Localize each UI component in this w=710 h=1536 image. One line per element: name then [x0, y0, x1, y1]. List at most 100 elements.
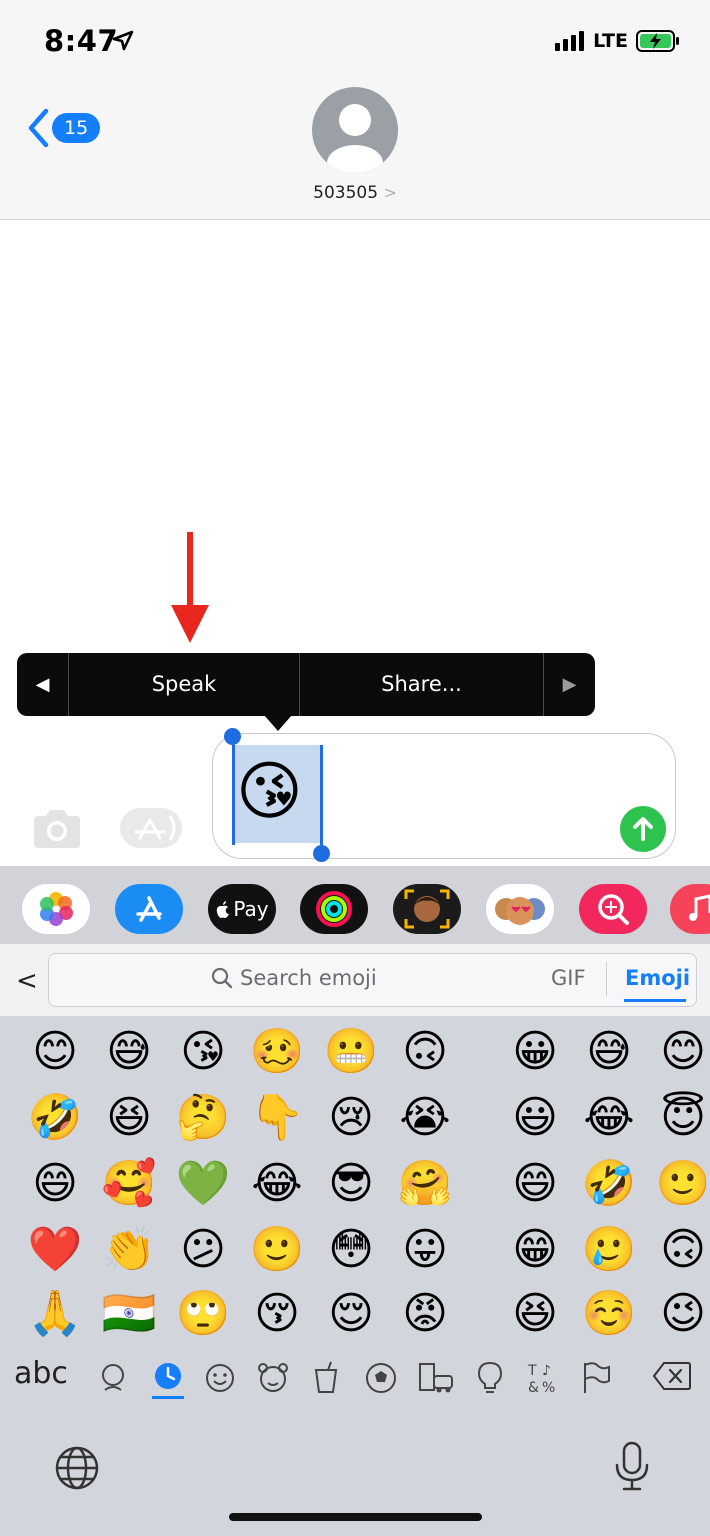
apple-pay-label: Pay [233, 897, 269, 921]
emoji-key[interactable]: 😆 [500, 1282, 570, 1346]
svg-text:♪: ♪ [542, 1363, 551, 1379]
emoji-key[interactable]: 🤗 [390, 1152, 460, 1216]
activity-app-icon[interactable] [300, 884, 368, 934]
location-arrow-icon [112, 30, 134, 51]
microphone-dictation-icon[interactable] [612, 1440, 652, 1494]
memoji-app-icon[interactable] [393, 884, 461, 934]
globe-keyboard-switch-icon[interactable] [53, 1444, 101, 1492]
emoji-key[interactable]: 😊 [648, 1020, 710, 1084]
share-menu-item[interactable]: Share... [300, 653, 543, 716]
emoji-key[interactable]: 😘 [168, 1020, 238, 1084]
abc-key[interactable]: abc [14, 1356, 68, 1391]
memoji-stickers-app-icon[interactable] [486, 884, 554, 934]
emoji-key[interactable]: ❤️ [20, 1218, 90, 1282]
emoji-key[interactable]: 🙏 [20, 1282, 90, 1346]
signal-bars-icon [555, 31, 585, 51]
emoji-key[interactable]: 😛 [390, 1218, 460, 1282]
emoji-key[interactable]: 😚 [242, 1282, 312, 1346]
delete-backspace-icon[interactable] [652, 1361, 692, 1391]
emoji-key[interactable]: 🥲 [574, 1218, 644, 1282]
contact-name-row[interactable]: 503505 > [0, 183, 710, 203]
emoji-key[interactable]: 😄 [20, 1152, 90, 1216]
callout-next-arrow-icon[interactable]: ▶ [544, 653, 595, 716]
battery-charging-icon [636, 30, 679, 52]
selected-emoji: 😘 [236, 755, 303, 829]
speak-menu-item[interactable]: Speak [69, 653, 299, 716]
status-indicators: LTE [555, 30, 680, 52]
apple-pay-app-icon[interactable]: Pay [208, 884, 276, 934]
emoji-key[interactable]: 🤣 [20, 1086, 90, 1150]
send-button[interactable] [620, 806, 666, 852]
selection-start-handle-dot[interactable] [224, 728, 241, 745]
emoji-key[interactable]: 😆 [94, 1086, 164, 1150]
emoji-key[interactable]: 😊 [20, 1020, 90, 1084]
flags-category-icon[interactable] [580, 1360, 612, 1396]
app-store-button[interactable] [120, 808, 182, 848]
svg-text:&: & [528, 1380, 539, 1396]
emoji-key[interactable]: 😕 [168, 1218, 238, 1282]
emoji-key[interactable]: 😀 [500, 1020, 570, 1084]
gif-tab[interactable]: GIF [551, 966, 586, 990]
app-store-app-icon[interactable] [115, 884, 183, 934]
emoji-key[interactable]: 😂 [574, 1086, 644, 1150]
emoji-key[interactable]: 🙂 [648, 1152, 710, 1216]
person-silhouette-icon [327, 104, 383, 173]
emoji-key[interactable]: 🥰 [94, 1152, 164, 1216]
emoji-key[interactable]: 🇮🇳 [94, 1282, 164, 1346]
recent-clock-icon[interactable] [150, 1360, 186, 1400]
emoji-key[interactable]: 👏 [94, 1218, 164, 1282]
emoji-key[interactable]: 😌 [316, 1282, 386, 1346]
chevron-left-icon [28, 108, 49, 148]
selection-start-handle-bar[interactable] [232, 745, 235, 845]
unread-count-badge: 15 [52, 113, 101, 143]
emoji-key[interactable]: 🙂 [242, 1218, 312, 1282]
emoji-key[interactable]: 😬 [316, 1020, 386, 1084]
apple-logo-icon [217, 901, 230, 918]
emoji-key[interactable]: 💚 [168, 1152, 238, 1216]
food-category-icon[interactable] [312, 1360, 340, 1394]
callout-prev-arrow-icon[interactable]: ◀ [17, 653, 68, 716]
symbols-category-icon[interactable]: T ♪ & % [526, 1360, 560, 1396]
emoji-tab[interactable]: Emoji [625, 966, 690, 990]
smileys-category-icon[interactable] [204, 1362, 236, 1394]
memoji-category-icon[interactable] [98, 1362, 128, 1394]
emoji-key[interactable]: 🤣 [574, 1152, 644, 1216]
emoji-key[interactable]: 👇 [242, 1086, 312, 1150]
emoji-key[interactable]: 🙃 [390, 1020, 460, 1084]
travel-category-icon[interactable] [416, 1360, 456, 1394]
image-search-app-icon[interactable] [579, 884, 647, 934]
svg-text:%: % [542, 1380, 555, 1396]
keyboard-back-chevron-icon[interactable]: < [16, 966, 38, 996]
selection-end-handle-dot[interactable] [313, 845, 330, 862]
emoji-key[interactable]: 😢 [316, 1086, 386, 1150]
emoji-key[interactable]: 😅 [574, 1020, 644, 1084]
emoji-key[interactable]: 😂 [242, 1152, 312, 1216]
emoji-key[interactable]: 🤔 [168, 1086, 238, 1150]
activity-category-icon[interactable] [364, 1361, 398, 1395]
animals-category-icon[interactable] [256, 1360, 290, 1394]
emoji-key[interactable]: 🙃 [648, 1218, 710, 1282]
emoji-key[interactable]: 😳 [316, 1218, 386, 1282]
emoji-key[interactable]: 😭 [390, 1086, 460, 1150]
emoji-key[interactable]: 😇 [648, 1086, 710, 1150]
emoji-key[interactable]: 😡 [390, 1282, 460, 1346]
objects-lightbulb-icon[interactable] [476, 1360, 504, 1396]
emoji-key[interactable]: 😄 [500, 1152, 570, 1216]
camera-icon[interactable] [30, 808, 84, 850]
annotation-arrow-head [171, 605, 209, 643]
emoji-key[interactable]: 🙄 [168, 1282, 238, 1346]
photos-app-icon[interactable] [22, 884, 90, 934]
emoji-key[interactable]: 😉 [648, 1282, 710, 1346]
contact-avatar[interactable] [312, 87, 398, 173]
callout-tail [264, 715, 292, 731]
emoji-key[interactable]: 😃 [500, 1086, 570, 1150]
emoji-key[interactable]: 😁 [500, 1218, 570, 1282]
back-button[interactable]: 15 [26, 108, 101, 148]
contact-details-chevron-icon: > [383, 183, 397, 202]
emoji-key[interactable]: 😎 [316, 1152, 386, 1216]
emoji-key[interactable]: ☺️ [574, 1282, 644, 1346]
selection-end-handle-bar[interactable] [320, 745, 323, 845]
emoji-key[interactable]: 😅 [94, 1020, 164, 1084]
arrow-up-icon [633, 817, 653, 841]
emoji-key[interactable]: 🥴 [242, 1020, 312, 1084]
